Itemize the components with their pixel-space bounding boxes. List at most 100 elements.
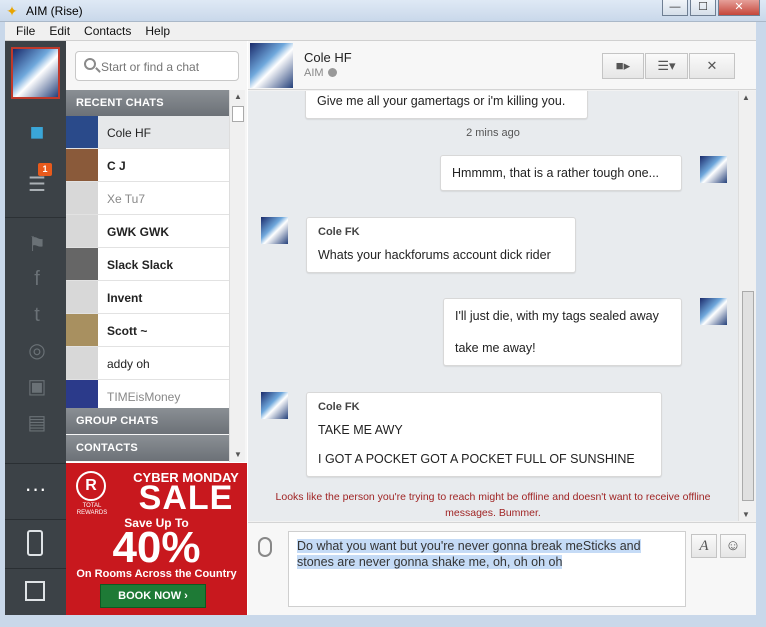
message-text: TAKE ME AWY: [318, 423, 403, 437]
scroll-down-icon[interactable]: ▼: [232, 450, 244, 460]
window-title: AIM (Rise): [26, 4, 83, 18]
message-sender: Cole FK: [318, 401, 360, 413]
video-camera-icon: ■▸: [615, 58, 631, 73]
close-chat-button[interactable]: ✕: [689, 53, 735, 79]
text-format-button[interactable]: A: [691, 534, 717, 558]
message-history: Give me all your gamertags or i'm killin…: [248, 91, 738, 521]
attachment-paperclip-icon[interactable]: [258, 537, 272, 557]
scroll-thumb[interactable]: [742, 291, 754, 501]
ad-percent: 40%: [112, 523, 201, 572]
message-text: I'll just die, with my tags sealed away: [455, 309, 659, 323]
window-frame-right: [756, 22, 766, 627]
menu-edit[interactable]: Edit: [42, 22, 77, 40]
minimize-button[interactable]: —: [662, 0, 688, 16]
message-scrollbar[interactable]: ▲ ▼: [738, 91, 756, 521]
contact-avatar: [66, 248, 98, 280]
total-rewards-logo: R: [76, 471, 106, 501]
chat-bubble-icon[interactable]: ■: [23, 121, 51, 145]
list-dropdown-icon: ☰▾: [657, 58, 676, 73]
message-text: Whats your hackforums account dick rider: [318, 248, 551, 262]
scroll-down-icon[interactable]: ▼: [742, 510, 750, 519]
facebook-add-icon[interactable]: f: [23, 267, 51, 291]
contact-avatar: [66, 314, 98, 346]
contact-name: C J: [107, 159, 126, 173]
menu-contacts[interactable]: Contacts: [77, 22, 138, 40]
contacts-header[interactable]: CONTACTS: [66, 435, 229, 461]
close-window-button[interactable]: ✕: [718, 0, 760, 16]
contact-name: GWK GWK: [107, 225, 169, 239]
search-box[interactable]: [75, 51, 239, 81]
more-options-button[interactable]: ···: [5, 463, 66, 518]
window-frame-bottom: [0, 615, 766, 627]
contact-avatar: [66, 149, 98, 181]
status-dot-icon: [327, 68, 337, 77]
contact-item[interactable]: addy oh: [66, 347, 229, 380]
message-timestamp: 2 mins ago: [466, 127, 520, 139]
message-input[interactable]: Do what you want but you're never gonna …: [288, 531, 686, 607]
contact-name: Cole HF: [107, 126, 152, 140]
contact-item[interactable]: Cole HF: [66, 116, 229, 149]
menu-file[interactable]: File: [9, 22, 42, 40]
rail-divider: [5, 217, 66, 218]
twitter-add-icon[interactable]: t: [23, 303, 51, 327]
group-chats-header[interactable]: GROUP CHATS: [66, 408, 229, 434]
contact-avatar[interactable]: [250, 43, 293, 88]
ad-sale: SALE: [138, 479, 234, 517]
message-bubble: I'll just die, with my tags sealed away …: [443, 298, 682, 366]
contact-avatar: [66, 281, 98, 313]
aim-app-icon[interactable]: ⚑: [23, 233, 51, 257]
message-sender: Cole FK: [318, 226, 360, 238]
message-bubble: Cole FK TAKE ME AWY I GOT A POCKET GOT A…: [306, 392, 662, 477]
contact-item[interactable]: Scott ~: [66, 314, 229, 347]
maximize-button[interactable]: ☐: [690, 0, 716, 16]
composer: Do what you want but you're never gonna …: [248, 522, 756, 615]
recent-chats-header[interactable]: RECENT CHATS: [66, 90, 229, 116]
scroll-up-icon[interactable]: ▲: [742, 93, 750, 102]
title-bar: ✦ AIM (Rise) — ☐ ✕: [0, 0, 766, 22]
contact-item[interactable]: GWK GWK: [66, 215, 229, 248]
contact-name: Cole HF: [304, 50, 352, 65]
message-text: Give me all your gamertags or i'm killin…: [317, 94, 566, 108]
my-avatar[interactable]: [11, 47, 60, 99]
scroll-up-icon[interactable]: ▲: [232, 92, 244, 102]
aim-running-man-icon: ✦: [6, 3, 18, 19]
message-input-text: Do what you want but you're never gonna …: [297, 539, 641, 569]
buddy-list-icon[interactable]: ☰: [23, 173, 51, 197]
book-now-button[interactable]: BOOK NOW ›: [100, 584, 206, 608]
contact-item[interactable]: Slack Slack: [66, 248, 229, 281]
message-text: Hmmmm, that is a rather tough one...: [452, 166, 660, 180]
contact-name: Slack Slack: [107, 258, 174, 272]
phone-icon: [27, 530, 43, 556]
contact-item[interactable]: Xe Tu7: [66, 182, 229, 215]
my-message-avatar: [700, 298, 727, 325]
contact-avatar: [66, 215, 98, 247]
my-message-avatar: [700, 156, 727, 183]
conversation-header: Cole HF AIM ■▸ ☰▾ ✕: [248, 41, 756, 90]
contact-list-scrollbar[interactable]: ▲ ▼: [229, 90, 245, 462]
contact-name: addy oh: [107, 357, 150, 371]
sender-avatar: [261, 217, 288, 244]
notification-badge: 1: [38, 163, 52, 176]
ad-rooms: On Rooms Across the Country: [76, 568, 237, 580]
contact-name: Invent: [107, 291, 143, 305]
menu-help[interactable]: Help: [138, 22, 177, 40]
menu-bar: File Edit Contacts Help: [5, 22, 756, 41]
mobile-button[interactable]: [5, 519, 66, 567]
message-bubble: Give me all your gamertags or i'm killin…: [305, 91, 588, 119]
scroll-thumb[interactable]: [232, 106, 244, 122]
emoji-button[interactable]: ☺: [720, 534, 746, 558]
advertisement-banner[interactable]: R TOTAL REWARDS CYBER MONDAY SALE Save U…: [66, 463, 247, 615]
new-message-button[interactable]: [5, 568, 66, 615]
left-rail: ■ ☰ 1 ⚑ f t ◎ ▣ ▤ ···: [5, 41, 66, 615]
message-text: take me away!: [455, 341, 536, 355]
contact-item[interactable]: Invent: [66, 281, 229, 314]
chat-options-button[interactable]: ☰▾: [645, 53, 688, 79]
search-input[interactable]: [101, 58, 231, 76]
instagram-add-icon[interactable]: ◎: [23, 339, 51, 363]
address-book-add-icon[interactable]: ▤: [23, 411, 51, 435]
photo-add-icon[interactable]: ▣: [23, 375, 51, 399]
video-call-button[interactable]: ■▸: [602, 53, 644, 79]
close-icon: ✕: [706, 58, 718, 73]
compose-icon: [25, 581, 45, 601]
contact-item[interactable]: C J: [66, 149, 229, 182]
